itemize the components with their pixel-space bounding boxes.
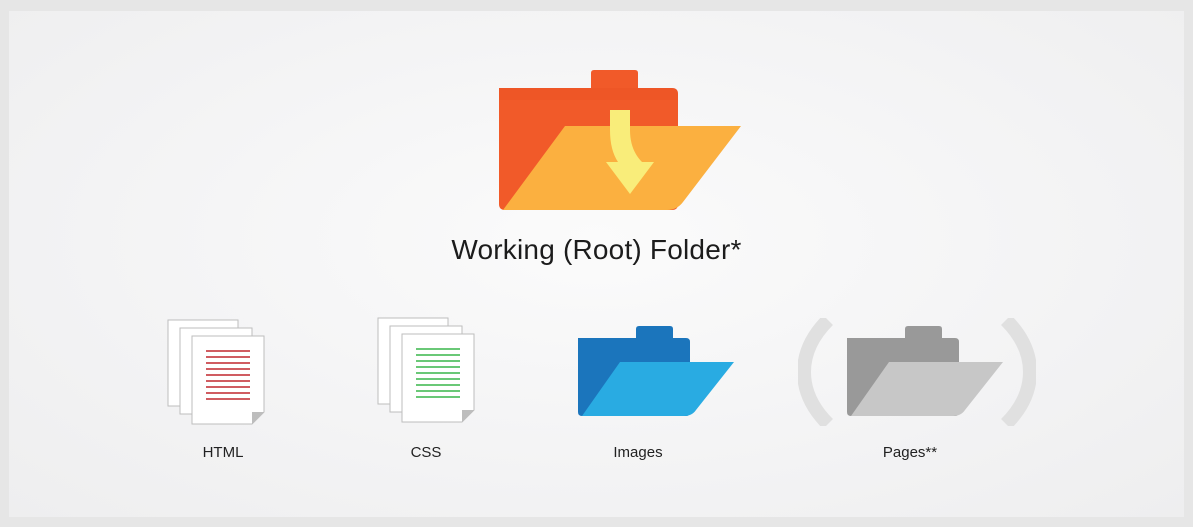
css-label: CSS — [410, 444, 442, 461]
images-label: Images — [613, 444, 663, 461]
root-folder-icon[interactable] — [495, 70, 750, 212]
html-label: HTML — [202, 444, 244, 461]
css-document-stack-icon[interactable] — [372, 316, 482, 426]
left-parenthesis-icon — [798, 318, 834, 426]
right-parenthesis-icon — [1000, 318, 1036, 426]
root-folder-label: Working (Root) Folder* — [451, 234, 742, 265]
pages-label: Pages** — [882, 444, 938, 461]
images-folder-icon[interactable] — [576, 326, 738, 418]
html-document-stack-icon[interactable] — [162, 318, 272, 428]
pages-folder-icon[interactable] — [845, 326, 1007, 418]
